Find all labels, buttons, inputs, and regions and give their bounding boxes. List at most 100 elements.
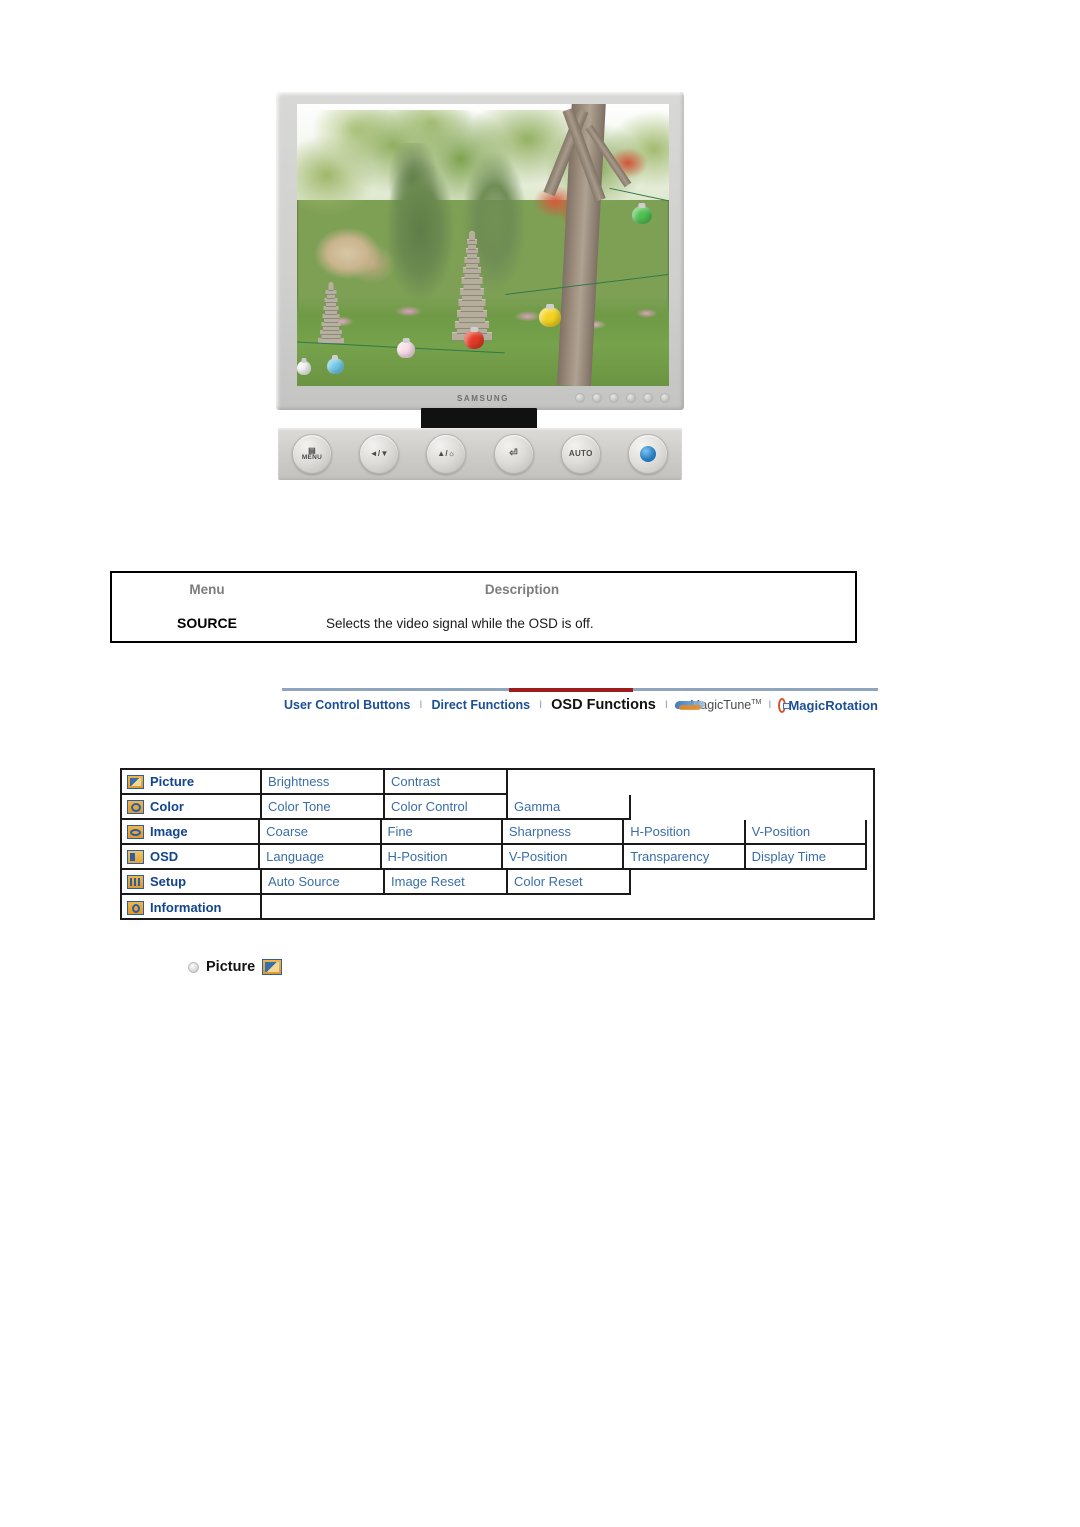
monitor-bezel: SAMSUNG [276,92,684,410]
source-menu-cell: SOURCE [112,615,302,633]
osd-submenu-v-position[interactable]: V-Position [745,820,867,845]
scene-lantern-yellow [538,307,561,328]
osd-menu-label: Setup [150,874,187,889]
osd-submenu-fine[interactable]: Fine [381,820,503,845]
osd-submenu-sharpness[interactable]: Sharpness [502,820,625,845]
osd-submenu-label: Image Reset [391,874,465,889]
magictune-logo-icon [675,699,686,711]
table-header-row: Menu Description [112,573,855,607]
osd-submenu-label: V-Position [751,824,811,839]
tab-separator: I [664,699,668,711]
osd-empty-cell [867,845,873,870]
osd-menu-label: OSD [150,849,179,864]
osd-submenu-gamma[interactable]: Gamma [508,795,631,820]
osd-submenu-label: Transparency [630,849,710,864]
information-icon [127,900,144,915]
source-description-text: Selects the video signal while the OSD i… [326,616,594,631]
tab-separator: I [768,699,772,711]
osd-submenu-label: Auto Source [268,874,340,889]
power-button[interactable] [627,434,668,474]
osd-menu-color[interactable]: Color [122,795,262,820]
table-row: Image Coarse Fine Sharpness H-Position V… [122,820,873,845]
picture-icon [262,959,283,975]
source-description-cell: Selects the video signal while the OSD i… [302,615,855,633]
bezel-indicator [626,393,636,403]
scene-lantern-blue [326,357,344,374]
tab-direct-functions[interactable]: Direct Functions [429,698,532,712]
osd-submenu-h-position[interactable]: H-Position [624,820,746,845]
enter-icon: ⏎ [509,448,518,459]
enter-button[interactable]: ⏎ [493,434,534,474]
osd-submenu-h-position[interactable]: H-Position [381,845,503,870]
source-down-button[interactable]: ◄/▼ [359,434,400,474]
osd-empty-cell [508,770,873,795]
monitor-control-panel: ▤ MENU ◄/▼ ▲/☼ ⏎ AUTO [278,428,682,480]
osd-submenu-label: Gamma [514,799,561,814]
bezel-indicator [660,393,670,403]
osd-submenu-label: V-Position [508,849,568,864]
monitor-stand-neck [421,408,537,429]
osd-submenu-v-position[interactable]: V-Position [502,845,625,870]
osd-submenu-language[interactable]: Language [260,845,382,870]
osd-submenu-display-time[interactable]: Display Time [745,845,867,870]
osd-submenu-coarse[interactable]: Coarse [260,820,382,845]
osd-submenu-label: Color Reset [514,874,583,889]
osd-submenu-color-control[interactable]: Color Control [385,795,508,820]
setup-icon [127,874,144,889]
osd-submenu-label: Language [266,849,324,864]
osd-submenu-auto-source[interactable]: Auto Source [262,870,385,895]
tab-separator: I [539,699,543,711]
picture-icon [127,774,144,789]
osd-submenu-label: H-Position [630,824,691,839]
source-menu-label: SOURCE [177,615,237,631]
tab-osd-functions[interactable]: OSD Functions [549,697,658,713]
magicrotation-logo-icon [778,697,791,713]
osd-submenu-color-tone[interactable]: Color Tone [262,795,385,820]
osd-menu-image[interactable]: Image [122,820,261,845]
description-column-header-cell: Description [302,581,855,599]
osd-submenu-label: Color Control [391,799,468,814]
scene-lantern-white [297,360,311,375]
scene-lantern-green [631,205,652,224]
bezel-indicator [592,393,602,403]
osd-submenu-image-reset[interactable]: Image Reset [385,870,508,895]
up-brightness-button[interactable]: ▲/☼ [426,434,467,474]
table-row: OSD Language H-Position V-Position Trans… [122,845,873,870]
menu-button[interactable]: ▤ MENU [292,434,332,474]
osd-menu-picture[interactable]: Picture [122,770,262,795]
power-icon [639,446,656,462]
up-brightness-icon: ▲/☼ [437,449,456,458]
table-row: Color Color Tone Color Control Gamma [122,795,873,820]
osd-submenu-label: H-Position [387,849,448,864]
source-down-icon: ◄/▼ [369,449,389,458]
scene-stone-pagoda-main [450,217,494,341]
osd-empty-cell [631,795,873,820]
osd-section-tab-bar: User Control Buttons I Direct Functions … [282,688,878,718]
scene-lantern-red [464,329,485,349]
page-title: Picture [206,959,256,975]
monitor-screen-image [297,104,669,386]
osd-menu-information[interactable]: Information [122,895,262,920]
osd-submenu-contrast[interactable]: Contrast [385,770,508,795]
osd-menu-setup[interactable]: Setup [122,870,262,895]
table-row: Picture Brightness Contrast [122,770,873,795]
scene-stone-pagoda-small [316,281,346,344]
tab-user-control-buttons[interactable]: User Control Buttons [282,698,412,712]
osd-submenu-transparency[interactable]: Transparency [624,845,746,870]
bezel-indicator [609,393,619,403]
color-icon [127,799,144,814]
menu-button-label: MENU [301,453,323,461]
osd-empty-cell [867,820,873,845]
bullet-ring-icon [188,961,199,973]
auto-button[interactable]: AUTO [560,434,601,474]
tab-magicrotation[interactable]: MagicRotation [788,698,878,713]
osd-submenu-color-reset[interactable]: Color Reset [508,870,631,895]
osd-menu-osd[interactable]: OSD [122,845,261,870]
osd-submenu-brightness[interactable]: Brightness [262,770,385,795]
auto-button-label: AUTO [568,449,593,458]
monitor-product-figure: SAMSUNG ▤ MENU ◄/▼ ▲/☼ ⏎ AUTO [276,92,684,480]
menu-column-header: Menu [189,582,225,597]
scene-lantern-pink [397,340,416,358]
bezel-button-indicators [575,393,670,403]
samsung-brand-label: SAMSUNG [456,393,510,403]
